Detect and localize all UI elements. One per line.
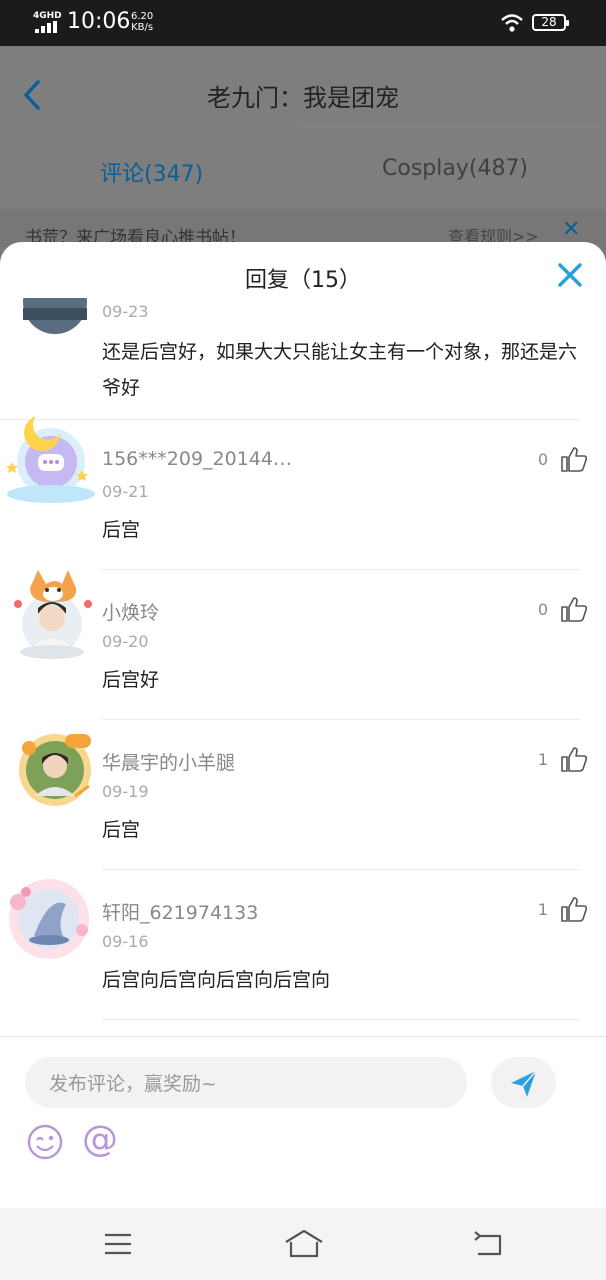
signal-icon — [35, 21, 57, 33]
avatar[interactable] — [12, 566, 98, 660]
list-item: 轩阳_621974133 09-16 后宫向后宫向后宫向后宫向 1 — [0, 870, 606, 1020]
comment-date: 09-19 — [102, 782, 149, 801]
back-icon[interactable] — [472, 1230, 504, 1258]
comment-input-box[interactable] — [25, 1057, 467, 1110]
like-count: 0 — [537, 600, 548, 619]
comment-text: 后宫 — [102, 519, 141, 541]
avatar[interactable] — [15, 730, 95, 810]
reply-list[interactable]: 09-23 还是后宫好，如果大大只能让女主有一个对象，那还是六爷好 156***… — [0, 298, 606, 1038]
wifi-icon — [501, 14, 523, 32]
network-type: 4GHD — [33, 11, 62, 21]
comment-date: 09-16 — [102, 932, 149, 951]
comment-text: 后宫好 — [102, 669, 160, 691]
comment-date: 09-21 — [102, 482, 149, 501]
comment-date: 09-20 — [102, 632, 149, 651]
comment-text: 后宫 — [102, 819, 141, 841]
tab-cosplay[interactable]: Cosplay(487) — [382, 156, 528, 181]
send-icon — [511, 1070, 537, 1097]
username[interactable]: 华晨宇的小羊腿 — [102, 748, 235, 775]
divider — [102, 1019, 580, 1020]
send-button[interactable] — [491, 1057, 556, 1108]
at-icon[interactable]: @ — [82, 1119, 118, 1160]
comment-text: 还是后宫好，如果大大只能让女主有一个对象，那还是六爷好 — [102, 341, 578, 399]
status-bar: 4GHD 10:06 6.20 KB/s 28 — [0, 0, 606, 46]
tab-comments[interactable]: 评论(347) — [100, 156, 203, 188]
speed-value: 6.20 — [131, 11, 154, 22]
comment-input[interactable] — [47, 1057, 451, 1110]
username[interactable]: 156***209_20144… — [102, 448, 292, 470]
emoji-icon[interactable] — [26, 1123, 64, 1161]
home-icon[interactable] — [283, 1228, 325, 1260]
reply-sheet: 回复（15） 09-23 还是后宫好，如果大大只能让女主有一个对象，那还是六爷好 — [0, 242, 606, 1208]
banner-close-icon[interactable]: ✕ — [562, 217, 580, 242]
list-item: 09-23 还是后宫好，如果大大只能让女主有一个对象，那还是六爷好 — [0, 298, 606, 420]
like-count: 0 — [537, 450, 548, 469]
like-count: 1 — [537, 900, 548, 919]
username[interactable]: 小焕玲 — [102, 598, 159, 625]
close-icon[interactable] — [553, 258, 587, 292]
list-item: 华晨宇的小羊腿 09-19 后宫 1 — [0, 720, 606, 870]
speed-unit: KB/s — [131, 22, 154, 33]
username[interactable]: 轩阳_621974133 — [102, 898, 258, 925]
list-item: 小焕玲 09-20 后宫好 0 — [0, 570, 606, 720]
sheet-title: 回复（15） — [245, 268, 361, 293]
thumb-up-icon[interactable] — [560, 596, 588, 622]
divider — [300, 126, 600, 127]
background-page: 老九门：我是团宠 评论(347) Cosplay(487) 书荒？来广场看良心推… — [0, 46, 606, 249]
avatar[interactable] — [4, 874, 94, 964]
thumb-up-icon[interactable] — [560, 446, 588, 472]
thumb-up-icon[interactable] — [560, 746, 588, 772]
clock: 10:06 — [67, 9, 131, 34]
comment-date: 09-23 — [102, 302, 149, 321]
page-title: 老九门：我是团宠 — [207, 84, 399, 112]
comment-composer: @ — [0, 1036, 606, 1208]
comment-text: 后宫向后宫向后宫向后宫向 — [102, 969, 331, 991]
thumb-up-icon[interactable] — [560, 896, 588, 922]
network-speed: 6.20 KB/s — [131, 11, 153, 33]
like-count: 1 — [537, 750, 548, 769]
avatar[interactable] — [15, 298, 95, 342]
list-item: 156***209_20144… 09-21 后宫 0 — [0, 416, 606, 570]
battery-indicator: 28 — [532, 14, 569, 31]
system-navigation-bar — [0, 1208, 606, 1280]
menu-icon[interactable] — [103, 1232, 133, 1256]
avatar[interactable] — [2, 412, 100, 508]
